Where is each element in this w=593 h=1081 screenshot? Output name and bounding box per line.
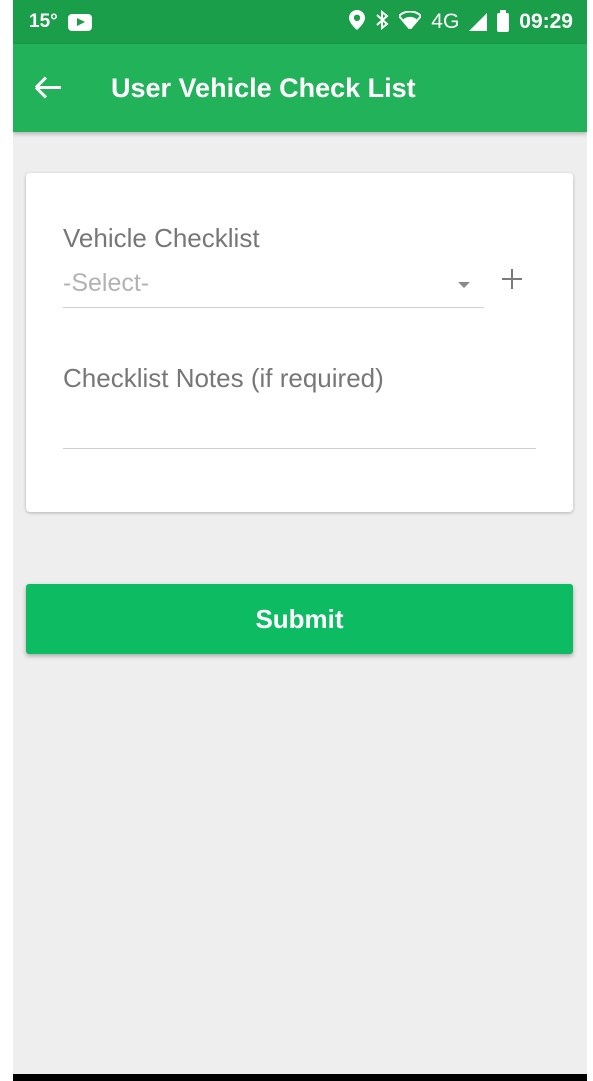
bluetooth-icon <box>375 9 389 34</box>
vehicle-checklist-select-value: -Select- <box>63 269 150 297</box>
clock-text: 09:29 <box>519 10 573 33</box>
vehicle-checklist-label: Vehicle Checklist <box>63 223 260 253</box>
network-type-text: 4G <box>431 10 460 33</box>
checklist-notes-input[interactable] <box>63 409 536 449</box>
arrow-left-icon <box>34 76 61 99</box>
status-right: 4G 09:29 <box>349 9 573 34</box>
wifi-icon <box>397 10 423 33</box>
app-bar: User Vehicle Check List <box>13 44 587 132</box>
select-underline <box>63 307 484 308</box>
add-checklist-button[interactable] <box>498 265 526 293</box>
checklist-notes-label: Checklist Notes (if required) <box>63 363 384 393</box>
screen: 15° 4G 09:29 User Vehicle Check List Veh… <box>13 0 587 1081</box>
battery-icon <box>497 9 510 32</box>
page-title: User Vehicle Check List <box>111 72 416 103</box>
signal-icon <box>469 13 488 31</box>
submit-button[interactable]: Submit <box>26 584 573 654</box>
status-left: 15° <box>29 11 92 33</box>
location-icon <box>349 10 366 34</box>
back-button[interactable] <box>13 44 83 132</box>
temperature-text: 15° <box>29 11 58 32</box>
status-bar: 15° 4G 09:29 <box>13 0 587 44</box>
youtube-icon <box>67 13 92 31</box>
navigation-bar <box>13 1074 587 1081</box>
checklist-form-card: Vehicle Checklist -Select- Checklist Not… <box>26 173 573 512</box>
dropdown-arrow-icon <box>458 282 470 288</box>
